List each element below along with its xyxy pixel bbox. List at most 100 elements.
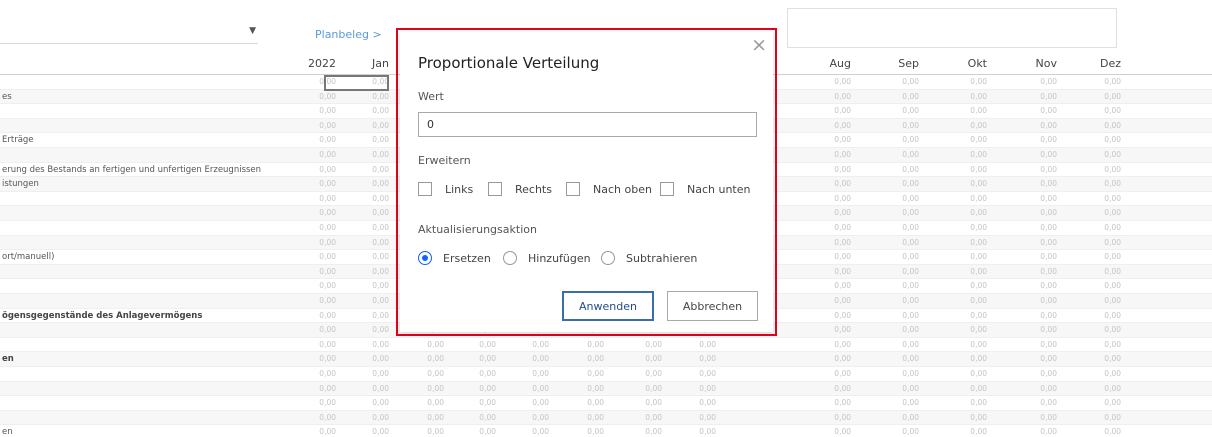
table-cell[interactable]: 0,00	[943, 340, 987, 349]
table-cell[interactable]: 0,00	[618, 398, 662, 407]
table-cell[interactable]: 0,00	[875, 311, 919, 320]
table-cell[interactable]: 0,00	[807, 77, 851, 86]
table-cell[interactable]: 0,00	[875, 384, 919, 393]
checkbox-rechts[interactable]: Rechts	[488, 181, 552, 197]
table-cell[interactable]: 0,00	[1013, 165, 1057, 174]
table-cell[interactable]: 0,00	[1077, 92, 1121, 101]
table-cell[interactable]: 0,00	[1013, 208, 1057, 217]
table-cell[interactable]: 0,00	[1013, 296, 1057, 305]
table-cell[interactable]: 0,00	[400, 369, 444, 378]
table-cell[interactable]: 0,00	[672, 369, 716, 378]
table-cell[interactable]: 0,00	[1077, 106, 1121, 115]
table-cell[interactable]: 0,00	[505, 340, 549, 349]
table-cell[interactable]: 0,00	[505, 384, 549, 393]
table-cell[interactable]: 0,00	[505, 398, 549, 407]
table-cell[interactable]: 0,00	[807, 150, 851, 159]
table-cell[interactable]: 0,00	[1013, 281, 1057, 290]
radio-subtrahieren[interactable]: Subtrahieren	[601, 250, 697, 266]
table-cell[interactable]: 0,00	[807, 208, 851, 217]
table-cell[interactable]: 0,00	[875, 325, 919, 334]
table-cell[interactable]: 0,00	[1077, 223, 1121, 232]
table-cell[interactable]: 0,00	[1077, 427, 1121, 436]
column-header[interactable]: Okt	[943, 57, 987, 70]
table-cell[interactable]: 0,00	[400, 413, 444, 422]
table-cell[interactable]: 0,00	[943, 325, 987, 334]
table-cell[interactable]: 0,00	[807, 238, 851, 247]
table-cell[interactable]: 0,00	[618, 427, 662, 436]
table-cell[interactable]: 0,00	[672, 398, 716, 407]
table-cell[interactable]: 0,00	[1013, 340, 1057, 349]
table-cell[interactable]: 0,00	[672, 340, 716, 349]
column-header[interactable]: Dez	[1077, 57, 1121, 70]
table-cell[interactable]: 0,00	[560, 398, 604, 407]
table-cell[interactable]: 0,00	[292, 354, 336, 363]
table-cell[interactable]: 0,00	[400, 384, 444, 393]
table-cell[interactable]: 0,00	[560, 413, 604, 422]
table-cell[interactable]: 0,00	[807, 281, 851, 290]
table-cell[interactable]: 0,00	[1013, 354, 1057, 363]
table-cell[interactable]: 0,00	[345, 179, 389, 188]
table-cell[interactable]: 0,00	[943, 413, 987, 422]
table-cell[interactable]: 0,00	[875, 398, 919, 407]
table-cell[interactable]: 0,00	[672, 427, 716, 436]
table-cell[interactable]: 0,00	[807, 340, 851, 349]
table-cell[interactable]: 0,00	[875, 92, 919, 101]
table-cell[interactable]: 0,00	[292, 398, 336, 407]
table-cell[interactable]: 0,00	[452, 413, 496, 422]
radio-button-selected[interactable]	[418, 251, 432, 265]
radio-hinzufuegen[interactable]: Hinzufügen	[503, 250, 591, 266]
table-cell[interactable]: 0,00	[400, 398, 444, 407]
table-cell[interactable]: 0,00	[875, 369, 919, 378]
table-cell[interactable]: 0,00	[1077, 121, 1121, 130]
checkbox-box[interactable]	[566, 182, 580, 196]
table-cell[interactable]: 0,00	[807, 296, 851, 305]
table-cell[interactable]: 0,00	[875, 238, 919, 247]
table-cell[interactable]: 0,00	[672, 354, 716, 363]
table-cell[interactable]: 0,00	[292, 92, 336, 101]
table-cell[interactable]: 0,00	[875, 135, 919, 144]
table-cell[interactable]: 0,00	[618, 354, 662, 363]
table-cell[interactable]: 0,00	[1013, 77, 1057, 86]
table-cell[interactable]: 0,00	[1077, 150, 1121, 159]
table-cell[interactable]: 0,00	[292, 384, 336, 393]
table-cell[interactable]: 0,00	[292, 165, 336, 174]
table-cell[interactable]: 0,00	[292, 121, 336, 130]
table-cell[interactable]: 0,00	[505, 369, 549, 378]
table-cell[interactable]: 0,00	[292, 325, 336, 334]
table-cell[interactable]: 0,00	[1013, 413, 1057, 422]
column-header[interactable]: Sep	[875, 57, 919, 70]
table-cell[interactable]: 0,00	[1013, 179, 1057, 188]
table-cell[interactable]: 0,00	[875, 252, 919, 261]
checkbox-nach-oben[interactable]: Nach oben	[566, 181, 652, 197]
checkbox-box[interactable]	[418, 182, 432, 196]
table-cell[interactable]: 0,00	[292, 281, 336, 290]
table-cell[interactable]: 0,00	[345, 398, 389, 407]
table-cell[interactable]: 0,00	[452, 354, 496, 363]
table-cell[interactable]: 0,00	[452, 384, 496, 393]
table-cell[interactable]: 0,00	[345, 121, 389, 130]
table-cell[interactable]: 0,00	[1013, 106, 1057, 115]
table-cell[interactable]: 0,00	[560, 354, 604, 363]
table-cell[interactable]: 0,00	[345, 281, 389, 290]
table-cell[interactable]: 0,00	[943, 354, 987, 363]
table-cell[interactable]: 0,00	[345, 311, 389, 320]
table-cell[interactable]: 0,00	[1077, 369, 1121, 378]
table-cell[interactable]: 0,00	[943, 194, 987, 203]
table-cell[interactable]: 0,00	[618, 369, 662, 378]
table-cell[interactable]: 0,00	[345, 92, 389, 101]
table-cell[interactable]: 0,00	[807, 92, 851, 101]
table-cell[interactable]: 0,00	[345, 223, 389, 232]
table-cell[interactable]: 0,00	[1077, 267, 1121, 276]
table-cell[interactable]: 0,00	[292, 267, 336, 276]
table-cell[interactable]: 0,00	[807, 252, 851, 261]
table-cell[interactable]: 0,00	[292, 135, 336, 144]
table-cell[interactable]: 0,00	[345, 325, 389, 334]
table-cell[interactable]: 0,00	[875, 413, 919, 422]
table-cell[interactable]: 0,00	[452, 369, 496, 378]
table-cell[interactable]: 0,00	[292, 340, 336, 349]
table-cell[interactable]: 0,00	[345, 384, 389, 393]
table-cell[interactable]: 0,00	[875, 281, 919, 290]
table-cell[interactable]: 0,00	[292, 427, 336, 436]
table-cell[interactable]: 0,00	[943, 135, 987, 144]
table-cell[interactable]: 0,00	[875, 150, 919, 159]
